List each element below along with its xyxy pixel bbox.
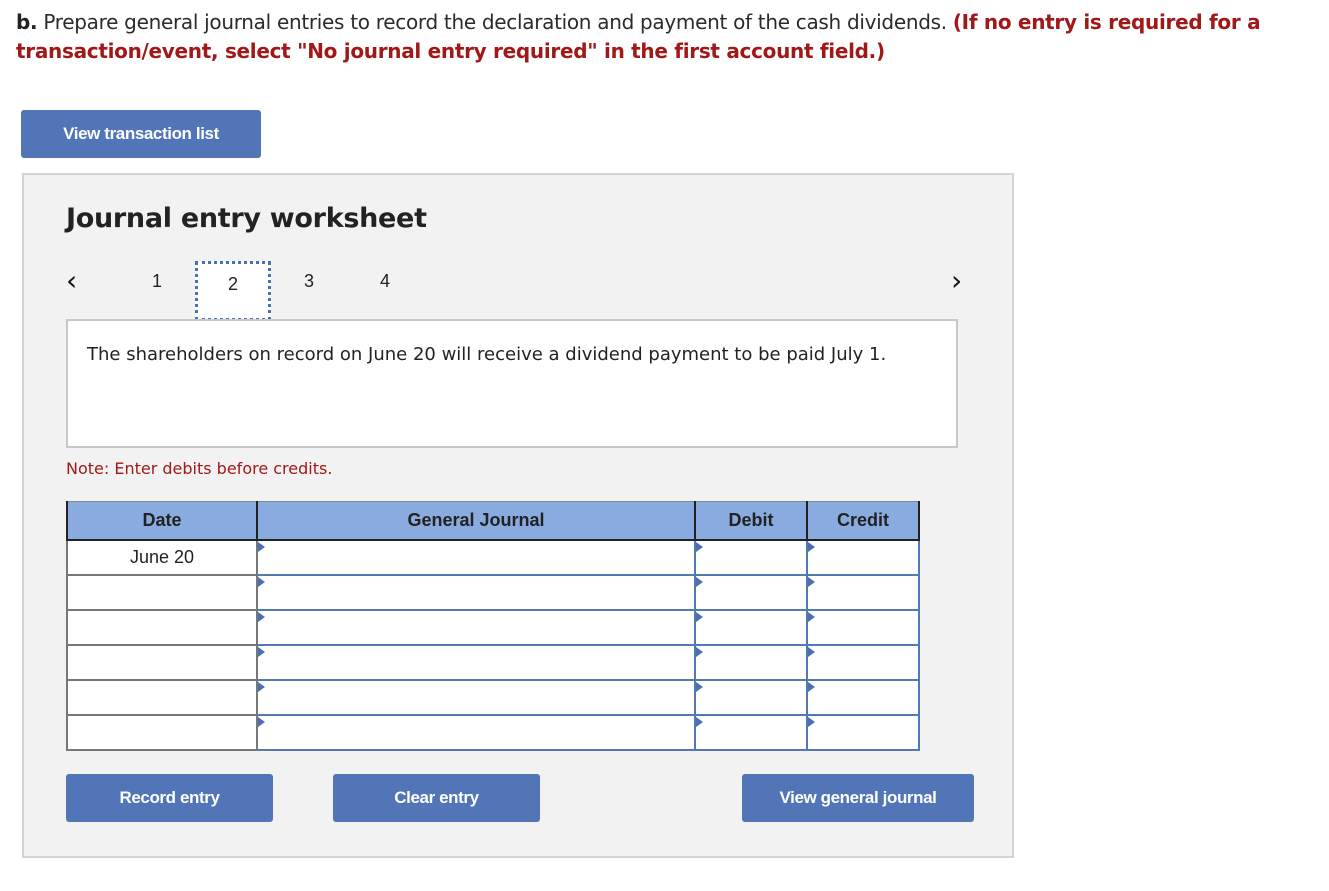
account-select[interactable] — [258, 541, 694, 574]
debit-input[interactable] — [696, 611, 806, 644]
debit-cell — [694, 574, 808, 611]
instructions: b. Prepare general journal entries to re… — [16, 8, 1316, 66]
header-general-journal: General Journal — [256, 501, 696, 541]
page-tab-label: 1 — [151, 271, 162, 291]
date-cell[interactable] — [66, 574, 258, 611]
account-cell — [256, 609, 696, 646]
account-select[interactable] — [258, 681, 694, 714]
page-tab-label: 3 — [303, 271, 314, 291]
date-cell[interactable]: June 20 — [66, 539, 258, 576]
credit-input[interactable] — [808, 541, 918, 574]
debit-cell — [694, 644, 808, 681]
part-label: b. — [16, 10, 38, 34]
account-select[interactable] — [258, 716, 694, 749]
cell-marker-icon — [696, 577, 703, 587]
cell-marker-icon — [696, 542, 703, 552]
cell-marker-icon — [808, 717, 815, 727]
date-cell[interactable] — [66, 609, 258, 646]
debit-cell — [694, 609, 808, 646]
cell-marker-icon — [808, 542, 815, 552]
credit-cell — [806, 574, 920, 611]
table-row: June 20 — [66, 539, 920, 576]
transaction-description: The shareholders on record on June 20 wi… — [66, 319, 958, 448]
clear-entry-button[interactable]: Clear entry — [333, 774, 540, 822]
table-row — [66, 574, 920, 611]
debit-input[interactable] — [696, 576, 806, 609]
credit-cell — [806, 679, 920, 716]
cell-marker-icon — [258, 577, 265, 587]
header-debit: Debit — [694, 501, 808, 541]
table-row — [66, 644, 920, 681]
worksheet-title: Journal entry worksheet — [66, 203, 427, 234]
account-cell — [256, 714, 696, 751]
debit-input[interactable] — [696, 541, 806, 574]
debits-note: Note: Enter debits before credits. — [66, 459, 333, 478]
credit-cell — [806, 714, 920, 751]
page-tab-1[interactable]: 1 — [119, 261, 195, 321]
debit-cell — [694, 714, 808, 751]
cell-marker-icon — [258, 682, 265, 692]
page-tab-2[interactable]: 2 — [195, 261, 271, 321]
cell-marker-icon — [258, 717, 265, 727]
table-row — [66, 714, 920, 751]
cell-marker-icon — [696, 647, 703, 657]
credit-cell — [806, 644, 920, 681]
account-select[interactable] — [258, 611, 694, 644]
date-cell[interactable] — [66, 714, 258, 751]
account-cell — [256, 574, 696, 611]
chevron-right-icon[interactable]: › — [951, 267, 962, 295]
page-tab-4[interactable]: 4 — [347, 261, 423, 321]
table-header-row: Date General Journal Debit Credit — [66, 501, 920, 541]
record-entry-button[interactable]: Record entry — [66, 774, 273, 822]
date-cell[interactable] — [66, 679, 258, 716]
journal-entry-worksheet-panel: Journal entry worksheet ‹ 1 2 3 4 › The … — [22, 173, 1014, 858]
table-row — [66, 609, 920, 646]
instruction-text: Prepare general journal entries to recor… — [37, 10, 953, 34]
account-select[interactable] — [258, 576, 694, 609]
cell-marker-icon — [258, 542, 265, 552]
cell-marker-icon — [808, 682, 815, 692]
cell-marker-icon — [808, 612, 815, 622]
debit-input[interactable] — [696, 716, 806, 749]
view-transaction-list-button[interactable]: View transaction list — [21, 110, 261, 158]
date-cell[interactable] — [66, 644, 258, 681]
account-cell — [256, 539, 696, 576]
account-select[interactable] — [258, 646, 694, 679]
credit-cell — [806, 609, 920, 646]
debit-cell — [694, 679, 808, 716]
cell-marker-icon — [696, 612, 703, 622]
page-tab-3[interactable]: 3 — [271, 261, 347, 321]
header-date: Date — [66, 501, 258, 541]
credit-input[interactable] — [808, 681, 918, 714]
header-credit: Credit — [806, 501, 920, 541]
credit-input[interactable] — [808, 646, 918, 679]
account-cell — [256, 679, 696, 716]
cell-marker-icon — [696, 682, 703, 692]
chevron-left-icon[interactable]: ‹ — [66, 267, 77, 295]
general-journal-table: Date General Journal Debit Credit June 2… — [66, 501, 920, 751]
cell-marker-icon — [808, 577, 815, 587]
table-row — [66, 679, 920, 716]
page-tab-label: 4 — [379, 271, 390, 291]
cell-marker-icon — [808, 647, 815, 657]
view-general-journal-button[interactable]: View general journal — [742, 774, 974, 822]
debit-cell — [694, 539, 808, 576]
cell-marker-icon — [258, 647, 265, 657]
cell-marker-icon — [258, 612, 265, 622]
debit-input[interactable] — [696, 646, 806, 679]
credit-input[interactable] — [808, 576, 918, 609]
cell-marker-icon — [696, 717, 703, 727]
credit-input[interactable] — [808, 611, 918, 644]
page-tab-label: 2 — [227, 274, 238, 294]
credit-cell — [806, 539, 920, 576]
debit-input[interactable] — [696, 681, 806, 714]
credit-input[interactable] — [808, 716, 918, 749]
account-cell — [256, 644, 696, 681]
